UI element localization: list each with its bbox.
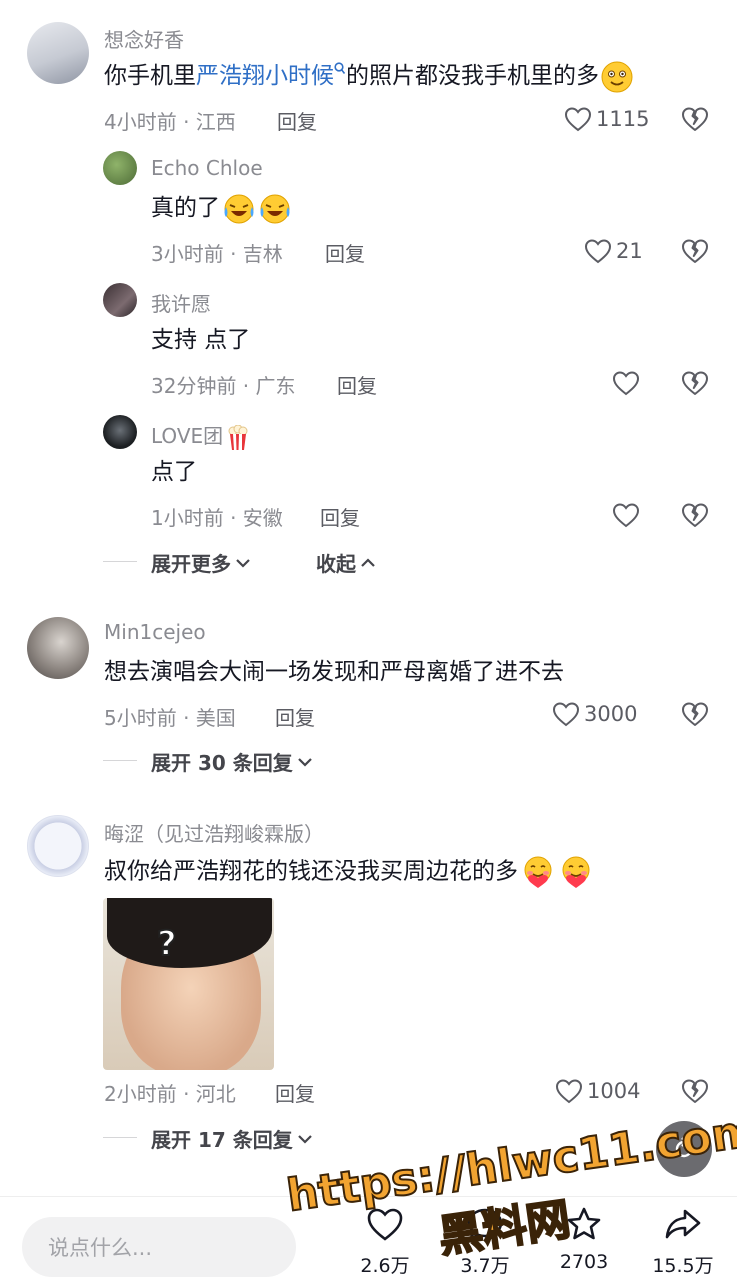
broken-heart-icon[interactable] — [680, 500, 710, 530]
expand-replies-button[interactable]: 展开 17 条回复 — [151, 1124, 314, 1153]
heart-icon[interactable] — [611, 368, 641, 398]
heart-icon — [367, 1208, 403, 1241]
like-button[interactable]: 21 — [584, 236, 643, 266]
comment-text-suffix: 的照片都没我手机里的多 — [346, 63, 599, 89]
comment-image[interactable]: ? — [103, 898, 274, 1070]
hug-emoji-icon — [524, 856, 552, 888]
like-count: 3000 — [584, 702, 638, 726]
reply-text: 支持 点了 — [151, 327, 251, 353]
comment-meta: 5小时前 · 美国 — [104, 706, 236, 730]
broken-heart-icon[interactable] — [680, 236, 710, 266]
expand-replies-label: 展开 30 条回复 — [151, 751, 293, 775]
broken-heart-icon[interactable] — [680, 368, 710, 398]
reply-button[interactable]: 回复 — [320, 502, 360, 531]
broken-heart-icon[interactable] — [680, 699, 710, 729]
like-count: 1115 — [596, 107, 650, 131]
heart-icon — [564, 107, 592, 132]
like-action[interactable]: 2.6万 — [345, 1207, 425, 1278]
reply-meta: 32分钟前 · 广东 — [151, 374, 296, 398]
comment-text-prefix: 你手机里 — [104, 63, 196, 89]
favorite-count: 2703 — [559, 1251, 609, 1273]
heart-icon — [552, 702, 580, 727]
chevron-down-icon — [236, 558, 250, 568]
broken-heart-icon[interactable] — [680, 1076, 710, 1106]
reply-author-name: LOVE团 — [151, 424, 224, 448]
popcorn-emoji-icon — [228, 424, 248, 450]
heart-icon — [584, 239, 612, 264]
reply-button[interactable]: 回复 — [275, 702, 315, 731]
comment-meta: 4小时前 · 江西 — [104, 110, 236, 134]
divider — [103, 561, 137, 562]
like-count: 2.6万 — [360, 1255, 410, 1277]
like-button[interactable]: 1115 — [564, 104, 649, 134]
reply-author[interactable]: LOVE团 — [151, 420, 251, 451]
search-link[interactable]: 严浩翔小时候 — [196, 63, 334, 89]
collapse-label: 收起 — [316, 552, 356, 576]
like-count: 21 — [616, 239, 643, 263]
comment-text: 你手机里严浩翔小时候 的照片都没我手机里的多 — [104, 60, 633, 93]
reply-author[interactable]: 我许愿 — [151, 288, 211, 317]
comment-text: 叔你给严浩翔花的钱还没我买周边花的多 — [104, 855, 594, 889]
reply-button[interactable]: 回复 — [325, 238, 365, 267]
like-count: 1004 — [587, 1079, 641, 1103]
hug-emoji-icon — [562, 856, 590, 888]
chevron-down-icon — [297, 1134, 312, 1144]
laugh-cry-emoji-icon — [260, 194, 290, 223]
comment-text-content: 叔你给严浩翔花的钱还没我买周边花的多 — [104, 858, 518, 885]
comment-text: 想去演唱会大闹一场发现和严母离婚了进不去 — [104, 659, 564, 685]
expand-more-label: 展开更多 — [151, 552, 231, 576]
comment-meta: 2小时前 · 河北 — [104, 1082, 236, 1106]
reply-text-content: 真的了 — [151, 195, 220, 221]
reply-text: 点了 — [151, 459, 197, 485]
laugh-cry-emoji-icon — [224, 194, 254, 223]
avatar[interactable] — [103, 283, 137, 317]
reply-button[interactable]: 回复 — [337, 370, 377, 399]
avatar[interactable] — [27, 22, 89, 84]
collapse-button[interactable]: 收起 — [316, 548, 377, 577]
search-icon[interactable] — [334, 62, 346, 76]
reply-button[interactable]: 回复 — [277, 106, 317, 135]
reply-meta: 1小时前 · 安徽 — [151, 506, 283, 530]
reply-button[interactable]: 回复 — [275, 1078, 315, 1107]
comment-author[interactable]: 晦涩（见过浩翔峻霖版） — [104, 818, 324, 847]
reply-author[interactable]: Echo Chloe — [151, 156, 263, 180]
divider — [103, 1137, 137, 1138]
expand-replies-button[interactable]: 展开 30 条回复 — [151, 747, 314, 776]
avatar[interactable] — [27, 815, 89, 877]
comment-author[interactable]: Min1cejeo — [104, 620, 206, 644]
avatar[interactable] — [27, 617, 89, 679]
heart-icon[interactable] — [611, 500, 641, 530]
expand-replies-label: 展开 17 条回复 — [151, 1128, 293, 1152]
share-count: 15.5万 — [652, 1255, 714, 1277]
avatar[interactable] — [103, 151, 137, 185]
divider — [103, 760, 137, 761]
broken-heart-icon[interactable] — [680, 104, 710, 134]
expand-more-button[interactable]: 展开更多 — [151, 548, 252, 577]
reply-meta: 3小时前 · 吉林 — [151, 242, 283, 266]
question-mark: ? — [156, 923, 178, 965]
comment-author[interactable]: 想念好香 — [104, 24, 184, 53]
chevron-up-icon — [361, 557, 375, 567]
like-button[interactable]: 1004 — [555, 1076, 640, 1106]
share-icon — [665, 1209, 701, 1239]
share-action[interactable]: 15.5万 — [643, 1207, 723, 1278]
reply-text: 真的了 — [151, 192, 292, 225]
chevron-down-icon — [297, 757, 312, 767]
comment-input[interactable]: 说点什么... — [22, 1217, 296, 1277]
avatar[interactable] — [103, 415, 137, 449]
heart-icon — [555, 1079, 583, 1104]
like-button[interactable]: 3000 — [552, 699, 637, 729]
smile-emoji-icon — [601, 61, 633, 92]
